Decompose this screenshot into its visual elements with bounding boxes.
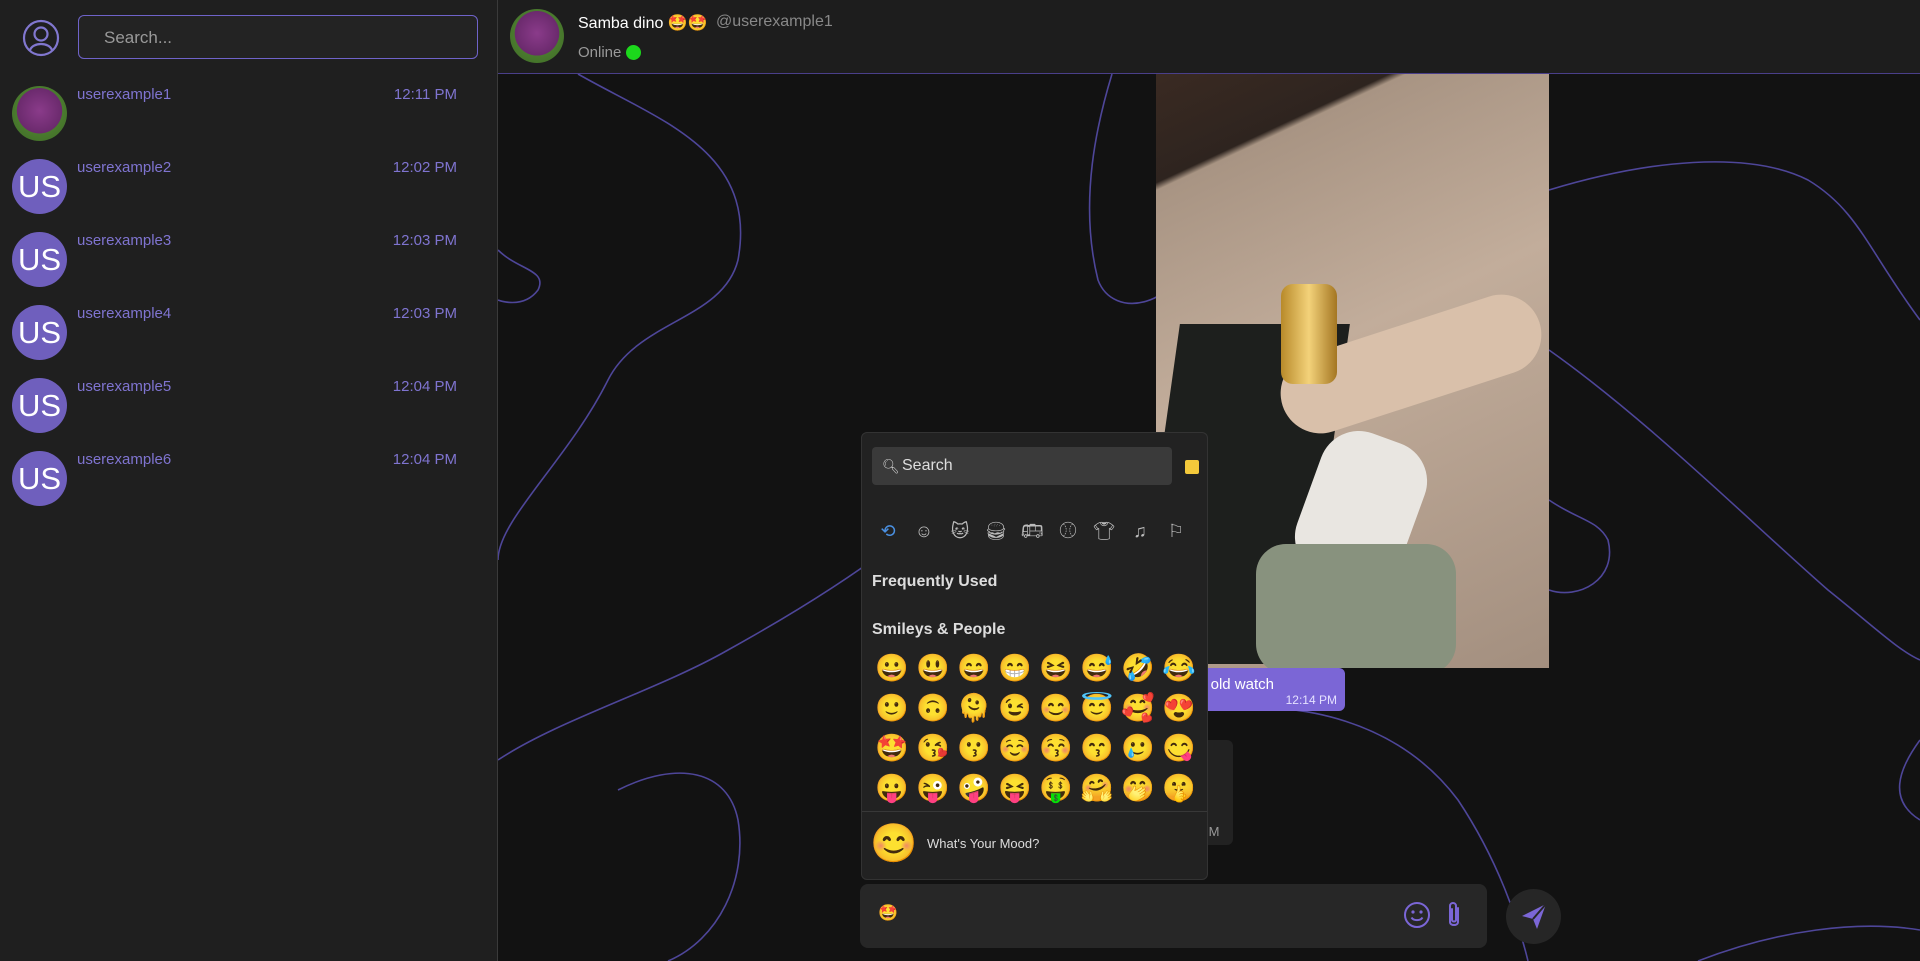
- emoji[interactable]: 😊: [1039, 691, 1073, 725]
- message-text: old watch: [1210, 676, 1274, 693]
- emoji[interactable]: 🤩: [875, 731, 909, 765]
- emoji[interactable]: 🥰: [1121, 691, 1155, 725]
- mood-prompt: What's Your Mood?: [927, 836, 1040, 851]
- chat-panel: Samba dino 🤩🤩 @userexample1 Online old w…: [498, 0, 1920, 961]
- emoji[interactable]: ☺️: [998, 731, 1032, 765]
- emoji[interactable]: 😜: [916, 771, 950, 805]
- emoji[interactable]: 🫠: [957, 691, 991, 725]
- contact-item[interactable]: US userexample5 12:04 PM: [0, 366, 498, 439]
- contact-name: userexample6: [77, 451, 172, 468]
- emoji[interactable]: 🥲: [1121, 731, 1155, 765]
- avatar: US: [12, 305, 67, 360]
- emoji[interactable]: 😆: [1039, 651, 1073, 685]
- contact-item[interactable]: US userexample4 12:03 PM: [0, 293, 498, 366]
- contact-avatar[interactable]: [510, 9, 564, 63]
- contact-item[interactable]: US userexample3 12:03 PM: [0, 220, 498, 293]
- animals-icon[interactable]: 🐱︎: [948, 519, 972, 543]
- food-icon[interactable]: 🍔︎: [984, 519, 1008, 543]
- emoji[interactable]: 😂: [1162, 651, 1196, 685]
- emoji-category-bar: ⟲ ☺ 🐱︎ 🍔︎ 🚌︎ ⚾︎ 👕︎ ♫ ⚐: [872, 519, 1202, 541]
- contact-item[interactable]: US userexample2 12:02 PM: [0, 147, 498, 220]
- emoji-picker: 🔍︎ Search ⟲ ☺ 🐱︎ 🍔︎ 🚌︎ ⚾︎ 👕︎ ♫ ⚐ Frequen…: [861, 432, 1208, 880]
- message-time: 12:14 PM: [1285, 693, 1337, 707]
- emoji[interactable]: 😁: [998, 651, 1032, 685]
- avatar: US: [12, 232, 67, 287]
- emoji[interactable]: 😋: [1162, 731, 1196, 765]
- emoji-search-input[interactable]: 🔍︎ Search: [872, 447, 1172, 485]
- avatar: US: [12, 378, 67, 433]
- flags-icon[interactable]: ⚐: [1164, 519, 1188, 543]
- contact-time: 12:04 PM: [392, 451, 457, 468]
- emoji[interactable]: 🙂: [875, 691, 909, 725]
- emoji[interactable]: 😍: [1162, 691, 1196, 725]
- emoji[interactable]: 🤗: [1080, 771, 1114, 805]
- frequently-used-heading: Frequently Used: [872, 573, 998, 590]
- message-bubble[interactable]: old watch 12:14 PM: [1198, 668, 1345, 711]
- online-indicator: [626, 45, 641, 60]
- objects-icon[interactable]: 👕︎: [1092, 519, 1116, 543]
- message-input[interactable]: 🤩: [878, 903, 898, 923]
- emoji[interactable]: 😅: [1080, 651, 1114, 685]
- smileys-heading: Smileys & People: [872, 621, 1006, 638]
- photo-watch: [1281, 284, 1337, 384]
- contact-time: 12:03 PM: [392, 232, 457, 249]
- attach-icon[interactable]: [1444, 900, 1464, 930]
- contact-name: userexample4: [77, 305, 172, 322]
- avatar: [12, 86, 67, 141]
- emoji[interactable]: 😝: [998, 771, 1032, 805]
- contact-time: 12:04 PM: [392, 378, 457, 395]
- online-status: Online: [578, 44, 622, 61]
- emoji[interactable]: 😗: [957, 731, 991, 765]
- contact-name: userexample1: [77, 86, 172, 103]
- avatar: US: [12, 451, 67, 506]
- contact-item[interactable]: US userexample6 12:04 PM: [0, 439, 498, 512]
- send-icon: [1522, 903, 1547, 929]
- smileys-icon[interactable]: ☺: [912, 519, 936, 543]
- contact-item[interactable]: userexample1 12:11 PM: [0, 74, 498, 147]
- message-composer[interactable]: 🤩: [860, 884, 1487, 948]
- emoji[interactable]: 🤪: [957, 771, 991, 805]
- search-icon: 🔍︎: [882, 458, 900, 474]
- skin-tone-selector[interactable]: [1185, 460, 1199, 474]
- sidebar-header: Search...: [0, 0, 498, 74]
- emoji[interactable]: 😚: [1039, 731, 1073, 765]
- emoji[interactable]: 😄: [957, 651, 991, 685]
- contact-name: userexample2: [77, 159, 172, 176]
- contact-search-input[interactable]: Search...: [78, 15, 478, 59]
- emoji[interactable]: 😀: [875, 651, 909, 685]
- message-image[interactable]: [1156, 74, 1549, 668]
- emoji[interactable]: 😙: [1080, 731, 1114, 765]
- emoji[interactable]: 😃: [916, 651, 950, 685]
- recent-icon[interactable]: ⟲: [876, 519, 900, 543]
- emoji[interactable]: 😇: [1080, 691, 1114, 725]
- emoji[interactable]: 🤣: [1121, 651, 1155, 685]
- contact-time: 12:02 PM: [392, 159, 457, 176]
- travel-icon[interactable]: 🚌︎: [1020, 519, 1044, 543]
- symbols-icon[interactable]: ♫: [1128, 519, 1152, 543]
- emoji[interactable]: 😘: [916, 731, 950, 765]
- chat-header: Samba dino 🤩🤩 @userexample1 Online: [498, 0, 1920, 74]
- contact-time: 12:03 PM: [392, 305, 457, 322]
- activity-icon[interactable]: ⚾︎: [1056, 519, 1080, 543]
- emoji[interactable]: 🤫: [1162, 771, 1196, 805]
- avatar: US: [12, 159, 67, 214]
- contact-name: userexample5: [77, 378, 172, 395]
- photo-pants: [1256, 544, 1456, 668]
- emoji[interactable]: 🤑: [1039, 771, 1073, 805]
- emoji-preview-footer: 😊 What's Your Mood?: [862, 811, 1207, 879]
- profile-icon[interactable]: [22, 19, 60, 57]
- emoji-button-icon[interactable]: [1402, 900, 1432, 930]
- contact-name: userexample3: [77, 232, 172, 249]
- emoji[interactable]: 😛: [875, 771, 909, 805]
- emoji[interactable]: 😉: [998, 691, 1032, 725]
- contact-display-name: Samba dino 🤩🤩: [578, 15, 708, 32]
- mood-preview-emoji: 😊: [870, 823, 918, 865]
- emoji[interactable]: 🤭: [1121, 771, 1155, 805]
- contact-time: 12:11 PM: [393, 86, 457, 103]
- contacts-sidebar: Search... userexample1 12:11 PM US usere…: [0, 0, 498, 961]
- contact-handle: @userexample1: [716, 13, 833, 30]
- emoji[interactable]: 🙃: [916, 691, 950, 725]
- emoji-search-placeholder: Search: [902, 457, 953, 474]
- send-button[interactable]: [1506, 889, 1561, 944]
